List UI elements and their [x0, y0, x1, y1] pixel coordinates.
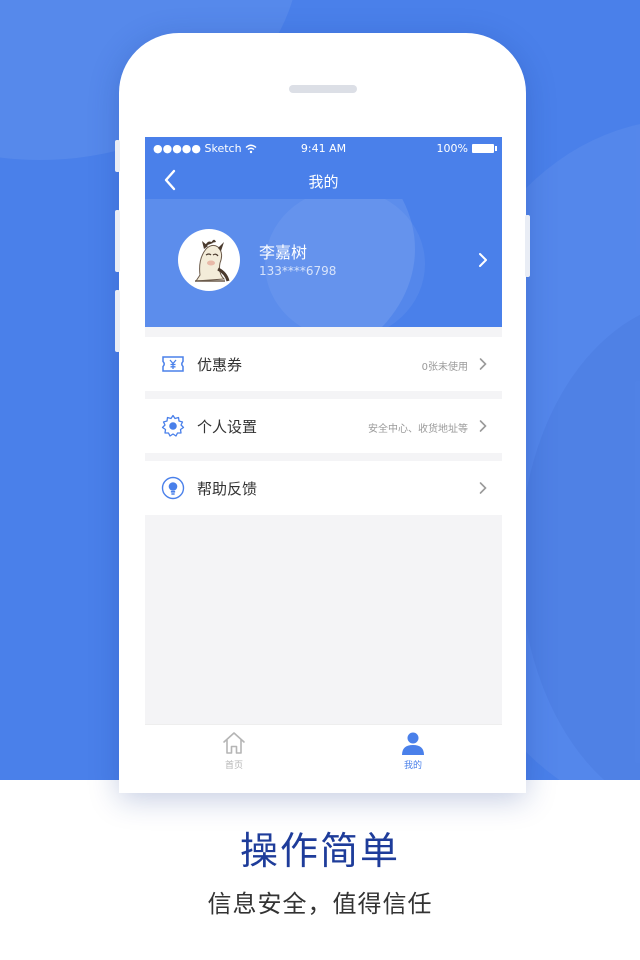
menu-item-label: 优惠券 — [197, 356, 243, 374]
status-bar: ●●●●● Sketch 9:41 AM 100% — [145, 137, 502, 161]
cartoon-horse-avatar-icon — [195, 239, 230, 282]
menu-item-hint: 安全中心、收货地址等 — [368, 424, 468, 435]
lightbulb-icon — [161, 476, 185, 500]
battery-percent: 100% — [436, 142, 468, 155]
menu-item-help[interactable]: 帮助反馈 — [145, 461, 502, 515]
menu-item-coupon[interactable]: 优惠券 0张未使用 — [145, 337, 502, 391]
feature-subtitle: 信息安全，值得信任 — [207, 890, 433, 918]
phone-power-button — [525, 215, 530, 277]
card-highlight — [265, 199, 425, 327]
chevron-right-icon — [479, 358, 487, 370]
tab-label: 首页 — [224, 761, 243, 771]
navigation-bar: 我的 — [145, 161, 502, 199]
phone-speaker — [289, 85, 357, 93]
tab-mine[interactable]: 我的 — [324, 725, 502, 773]
tab-bar: 首页 我的 — [145, 724, 502, 773]
tab-home[interactable]: 首页 — [145, 725, 323, 773]
chevron-right-icon — [479, 482, 487, 494]
chevron-right-icon — [479, 253, 487, 267]
user-icon — [402, 732, 424, 755]
phone-mute-switch — [115, 140, 120, 172]
home-icon — [223, 732, 245, 754]
menu-item-label: 个人设置 — [197, 418, 258, 436]
phone-volume-down — [115, 290, 120, 352]
coupon-icon — [162, 356, 184, 372]
tab-label: 我的 — [403, 761, 422, 771]
user-phone: 133****6798 — [259, 264, 337, 278]
battery-icon — [472, 144, 497, 153]
profile-card[interactable]: 李嘉树 133****6798 — [145, 199, 502, 327]
gear-icon — [161, 414, 185, 437]
battery-group: 100% — [436, 142, 497, 155]
avatar — [178, 229, 240, 291]
menu-item-settings[interactable]: 个人设置 安全中心、收货地址等 — [145, 399, 502, 453]
chevron-right-icon — [479, 420, 487, 432]
feature-title: 操作简单 — [239, 829, 400, 873]
page-title: 我的 — [308, 173, 339, 191]
user-name: 李嘉树 — [259, 243, 308, 262]
menu-item-label: 帮助反馈 — [197, 480, 258, 498]
phone-screen: ●●●●● Sketch 9:41 AM 100% 我的 李嘉树 133****… — [145, 137, 502, 773]
menu-item-hint: 0张未使用 — [421, 362, 468, 373]
phone-volume-up — [115, 210, 120, 272]
